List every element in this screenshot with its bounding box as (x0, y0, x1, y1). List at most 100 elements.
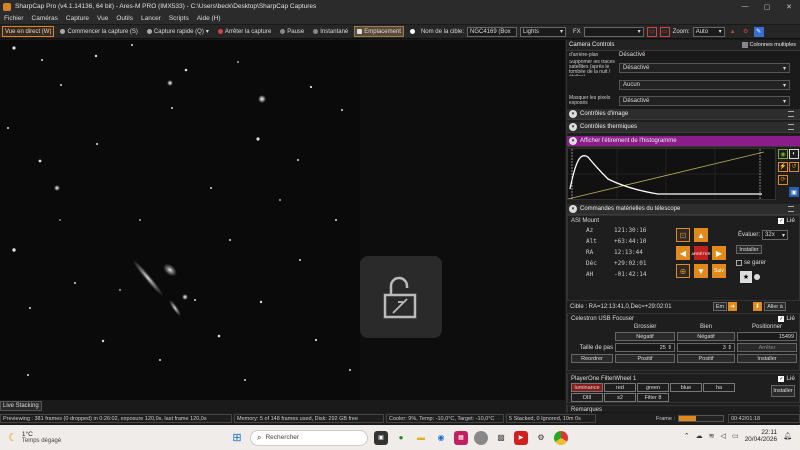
wifi-icon[interactable]: ≋ (709, 432, 715, 440)
option-select[interactable]: Aucun ▾ (619, 80, 790, 90)
filter-green[interactable]: green (637, 383, 669, 392)
volume-icon[interactable]: ◁ (721, 432, 726, 440)
north-arrow-button[interactable]: ▲ (694, 228, 708, 242)
fine-positive-button[interactable]: Positif (677, 354, 735, 363)
coarse-positive-button[interactable]: Positif (615, 354, 675, 363)
filter-8[interactable]: Filter 8 (637, 393, 669, 402)
filter-ha[interactable]: ha (703, 383, 735, 392)
menu-aide[interactable]: Aide (H) (197, 15, 221, 22)
filter-blue[interactable]: blue (670, 383, 702, 392)
dot-icon[interactable] (754, 274, 760, 280)
wheel-linked-checkbox[interactable]: ✓ Lié (778, 375, 795, 382)
focuser-install-button[interactable]: Installer (737, 354, 797, 363)
minimize-button[interactable]: — (734, 0, 756, 13)
wheel-install-button[interactable]: Installer (771, 385, 795, 397)
chevron-up-icon[interactable]: ⌃ (684, 432, 690, 440)
menu-icon[interactable] (788, 124, 794, 130)
fine-step-input[interactable]: 3 ⇕ (677, 343, 735, 352)
south-arrow-button[interactable]: ▼ (694, 264, 708, 278)
app-icon[interactable]: ▩ (494, 431, 508, 445)
menu-outils[interactable]: Outils (116, 15, 133, 22)
sync-icon[interactable]: ⊡ (676, 228, 690, 242)
menu-scripts[interactable]: Scripts (169, 15, 189, 22)
lock-overlay[interactable] (360, 256, 442, 338)
start-capture-button[interactable]: Commencer la capture (S) (57, 26, 140, 37)
multi-columns-checkbox[interactable]: Colonnes multiples (741, 42, 796, 48)
battery-icon[interactable]: ▭ (732, 432, 739, 440)
menu-icon[interactable] (788, 111, 794, 117)
maximize-button[interactable]: ▢ (756, 0, 778, 13)
goto-target-button[interactable]: Aller à (764, 302, 786, 311)
satellite-trails-select[interactable]: Désactivé ▾ (619, 63, 790, 73)
photos-icon[interactable]: ▦ (454, 430, 468, 445)
reset-icon[interactable]: ↺ (789, 161, 799, 172)
east-arrow-button[interactable]: ▶ (712, 246, 726, 260)
arrow-right-icon[interactable]: ➜ (728, 302, 737, 311)
contrast-icon[interactable]: ◐ (789, 149, 799, 159)
target-icon[interactable]: ⊕ (676, 264, 690, 278)
hot-pixels-select[interactable]: Désactivé ▾ (619, 96, 790, 106)
stop-capture-button[interactable]: Arrêter la capture (215, 26, 274, 37)
frame-type-select[interactable]: Lights ▾ (520, 26, 566, 37)
menu-fichier[interactable]: Fichier (4, 15, 24, 22)
camera-controls-header[interactable]: Camera Controls Colonnes multiples (567, 40, 800, 51)
quick-capture-button[interactable]: Capture rapide (Q) ▾ (144, 26, 212, 37)
windows-start-icon[interactable]: ⊞ (230, 431, 244, 445)
coarse-step-input[interactable]: 25 ⇕ (615, 343, 675, 352)
settings-icon[interactable]: ⚙ (741, 27, 751, 37)
filter-s2[interactable]: s2 (604, 393, 636, 402)
star-icon[interactable]: ★ (740, 271, 752, 283)
histogram-tool-icon[interactable]: ▲ (728, 27, 738, 37)
snapshot-button[interactable]: Instantané (310, 26, 351, 37)
display-mode-icon[interactable]: ▭ (659, 26, 670, 37)
live-view-button[interactable]: Vue en direct (W) (2, 26, 55, 37)
pen-icon[interactable]: ✎ (753, 26, 764, 37)
fx-select[interactable]: ▾ (583, 26, 644, 37)
histogram-chart[interactable] (567, 148, 776, 200)
filter-luminance[interactable]: luminance (571, 383, 603, 392)
thermal-controls-header[interactable]: ▾ Contrôles thermiques (567, 122, 800, 133)
image-viewer[interactable] (0, 40, 565, 400)
image-controls-header[interactable]: ▾ Contrôles d'image (567, 109, 800, 120)
mount-install-button[interactable]: Installer (736, 245, 762, 254)
auto-stretch-icon[interactable]: ◉ (778, 149, 788, 159)
zoom-select[interactable]: Auto ▾ (692, 26, 725, 37)
remote-app-icon[interactable]: ▶ (514, 430, 528, 445)
focuser-linked-checkbox[interactable]: ✓ Lié (778, 315, 795, 322)
live-stacking-tab[interactable]: Live Stacking (0, 401, 42, 411)
chrome-icon[interactable] (554, 430, 568, 445)
target-icon-button[interactable] (407, 26, 418, 37)
task-view-icon[interactable]: ▣ (374, 430, 388, 445)
sharpcap-app-icon[interactable] (474, 430, 488, 445)
record-mode-icon[interactable]: ▭ (646, 26, 657, 37)
taskbar-search[interactable]: ⌕ Rechercher (250, 429, 368, 446)
histogram-header[interactable]: ▾ Afficher l'étirement de l'histogramme (567, 136, 800, 147)
edge-icon[interactable]: ◉ (434, 431, 448, 445)
weather-widget[interactable]: ☾ 1°C Temps dégagé (0, 431, 120, 444)
mount-linked-checkbox[interactable]: ✓ Lié (778, 217, 795, 224)
follow-button[interactable]: Suiv (712, 264, 726, 278)
filter-oiii[interactable]: OIII (571, 393, 603, 402)
target-name-input[interactable]: NGC4169 (Box (467, 26, 517, 37)
cloud-icon[interactable]: ☁ (696, 432, 703, 440)
position-input[interactable]: 15499 (737, 332, 797, 341)
placement-button[interactable]: Emplacement (354, 26, 404, 37)
menu-vue[interactable]: Vue (97, 15, 108, 22)
xbox-icon[interactable]: ● (394, 431, 408, 445)
close-button[interactable]: ✕ (778, 0, 800, 13)
menu-lancer[interactable]: Lancer (141, 15, 161, 22)
settings-app-icon[interactable]: ⚙ (534, 431, 548, 445)
notification-icon[interactable]: 🔔︎ (783, 432, 792, 440)
clock[interactable]: 22:11 20/04/2026 (745, 429, 778, 443)
coarse-negative-button[interactable]: Négatif (615, 332, 675, 341)
speed-select[interactable]: 32x ▾ (762, 230, 789, 240)
stop-mount-button[interactable]: ARRÊTER (691, 246, 711, 260)
goto-button[interactable]: Em (713, 302, 727, 311)
focuser-stop-button[interactable]: Arrêter (737, 343, 797, 352)
menu-icon[interactable] (788, 206, 794, 212)
west-arrow-button[interactable]: ◀ (676, 246, 690, 260)
menu-capture[interactable]: Capture (66, 15, 89, 22)
save-icon[interactable]: ▣ (789, 187, 799, 198)
fine-negative-button[interactable]: Négatif (677, 332, 735, 341)
filter-red[interactable]: red (604, 383, 636, 392)
